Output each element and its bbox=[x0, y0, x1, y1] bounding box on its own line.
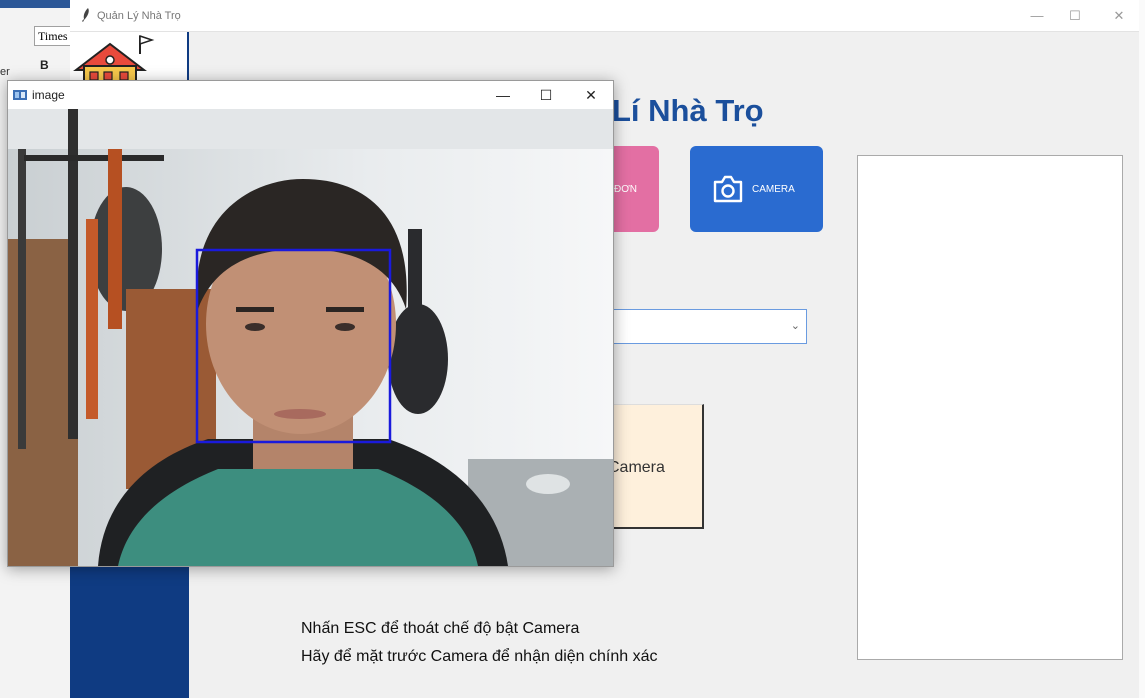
house-logo-icon bbox=[73, 34, 155, 83]
close-button[interactable]: ✕ bbox=[1108, 6, 1130, 26]
page-title: Lí Nhà Trọ bbox=[612, 93, 764, 128]
maximize-button[interactable]: ☐ bbox=[1064, 6, 1086, 26]
chevron-down-icon[interactable]: ⌄ bbox=[791, 319, 800, 332]
background-editor-text: er bbox=[0, 66, 10, 78]
minimize-button[interactable]: — bbox=[1026, 6, 1048, 26]
room-select[interactable]: ⌄ bbox=[608, 309, 807, 344]
camera-feed-image bbox=[8, 109, 613, 566]
app-titlebar bbox=[70, 0, 1145, 32]
background-editor-titlebar bbox=[0, 0, 72, 8]
app-title: Quản Lý Nhà Trọ bbox=[97, 10, 181, 22]
hint-esc: Nhấn ESC để thoát chế độ bật Camera bbox=[301, 620, 580, 637]
camera-feed bbox=[8, 109, 613, 566]
image-window[interactable]: image — ☐ ✕ bbox=[7, 80, 614, 567]
camera-card-label: Camera bbox=[608, 459, 665, 476]
camera-button[interactable]: CAMERA bbox=[690, 146, 823, 232]
camera-button-label: CAMERA bbox=[752, 184, 795, 195]
bold-button[interactable]: B bbox=[40, 58, 49, 72]
face-preview-panel bbox=[857, 155, 1123, 660]
camera-icon bbox=[713, 175, 743, 203]
image-minimize-button[interactable]: — bbox=[492, 85, 514, 105]
font-name-box[interactable]: Times bbox=[34, 26, 72, 46]
feather-icon bbox=[82, 8, 89, 22]
invoice-button-label: ĐƠN bbox=[614, 184, 638, 195]
screen-edge bbox=[1139, 0, 1145, 698]
image-close-button[interactable]: ✕ bbox=[580, 85, 602, 105]
hint-face-position: Hãy để mặt trước Camera để nhận diện chí… bbox=[301, 648, 658, 665]
camera-card[interactable]: Camera bbox=[600, 404, 704, 529]
image-window-title: image bbox=[32, 88, 65, 102]
image-maximize-button[interactable]: ☐ bbox=[535, 85, 557, 105]
logo-area bbox=[70, 32, 189, 83]
image-window-titlebar[interactable]: image — ☐ ✕ bbox=[8, 81, 613, 109]
window-app-icon bbox=[13, 90, 27, 100]
